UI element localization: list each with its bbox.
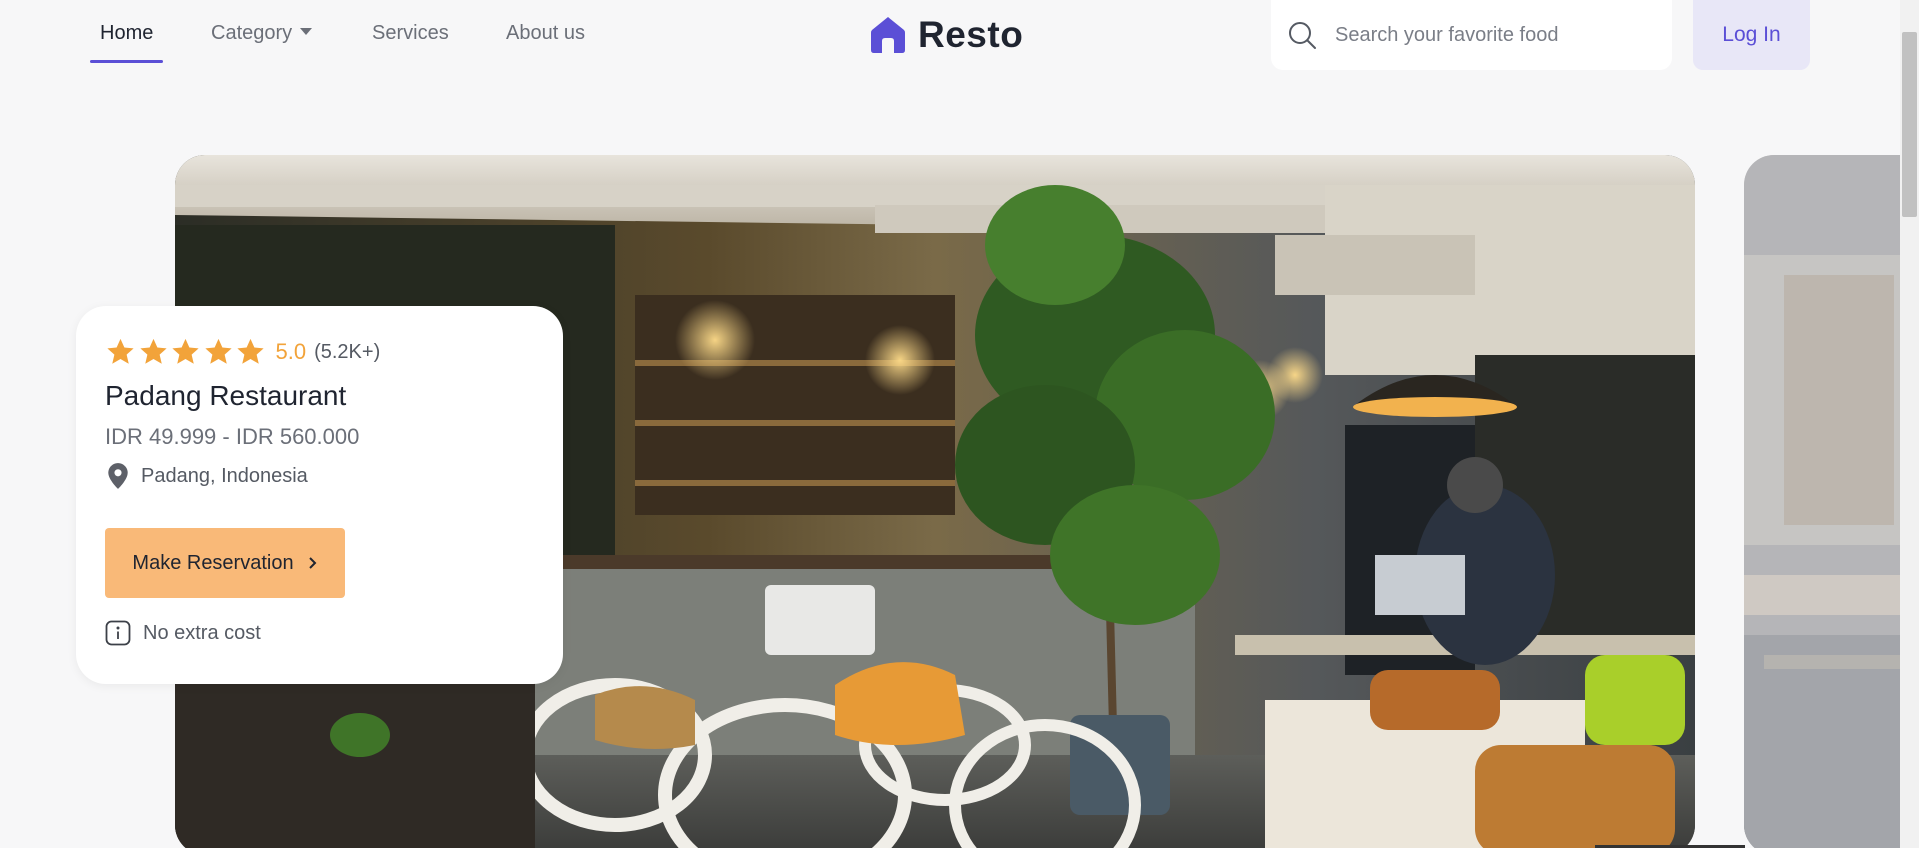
next-slide-preview[interactable] <box>1744 155 1919 848</box>
nav-category[interactable]: Category <box>211 22 313 45</box>
page-scrollbar[interactable] <box>1900 0 1919 848</box>
star-icon <box>204 338 232 364</box>
rating-value: 5.0 <box>275 339 307 364</box>
location-row: Padang, Indonesia <box>105 462 534 490</box>
restaurant-info-card: 5.0 (5.2K+) Padang Restaurant IDR 49.999… <box>76 306 563 684</box>
star-icon <box>237 338 264 364</box>
search-icon <box>1289 22 1316 49</box>
nav-category-label: Category <box>211 22 293 44</box>
rating-row: 5.0 (5.2K+) <box>105 336 534 368</box>
top-navigation: Home Category Services About us Resto Lo… <box>0 0 1900 72</box>
location-text: Padang, Indonesia <box>141 464 308 487</box>
login-button[interactable]: Log In <box>1693 0 1810 70</box>
brand-name: Resto <box>918 14 1024 55</box>
nav-home[interactable]: Home <box>100 22 153 45</box>
star-icon <box>139 338 167 364</box>
no-extra-cost-note: No extra cost <box>143 621 261 644</box>
nav-services[interactable]: Services <box>372 22 449 45</box>
search-input[interactable] <box>1335 23 1655 47</box>
chevron-right-icon <box>308 557 317 569</box>
next-slide-photo <box>1744 155 1919 848</box>
home-logo-icon <box>871 17 905 53</box>
caret-down-icon <box>300 28 313 35</box>
info-icon <box>105 620 131 646</box>
star-icon <box>172 338 199 364</box>
make-reservation-label: Make Reservation <box>132 551 294 574</box>
star-icon <box>107 338 134 364</box>
brand-logo[interactable]: Resto <box>870 14 1023 56</box>
location-pin-icon <box>108 463 128 489</box>
active-nav-indicator <box>90 60 163 63</box>
restaurant-name: Padang Restaurant <box>105 380 347 411</box>
note-row: No extra cost <box>105 620 534 646</box>
search-bar[interactable] <box>1271 0 1672 70</box>
price-range: IDR 49.999 - IDR 560.000 <box>105 424 360 449</box>
scrollbar-thumb[interactable] <box>1902 32 1917 217</box>
rating-count: (5.2K+) <box>314 340 381 363</box>
make-reservation-button[interactable]: Make Reservation <box>105 528 345 598</box>
nav-about-us[interactable]: About us <box>506 22 585 45</box>
